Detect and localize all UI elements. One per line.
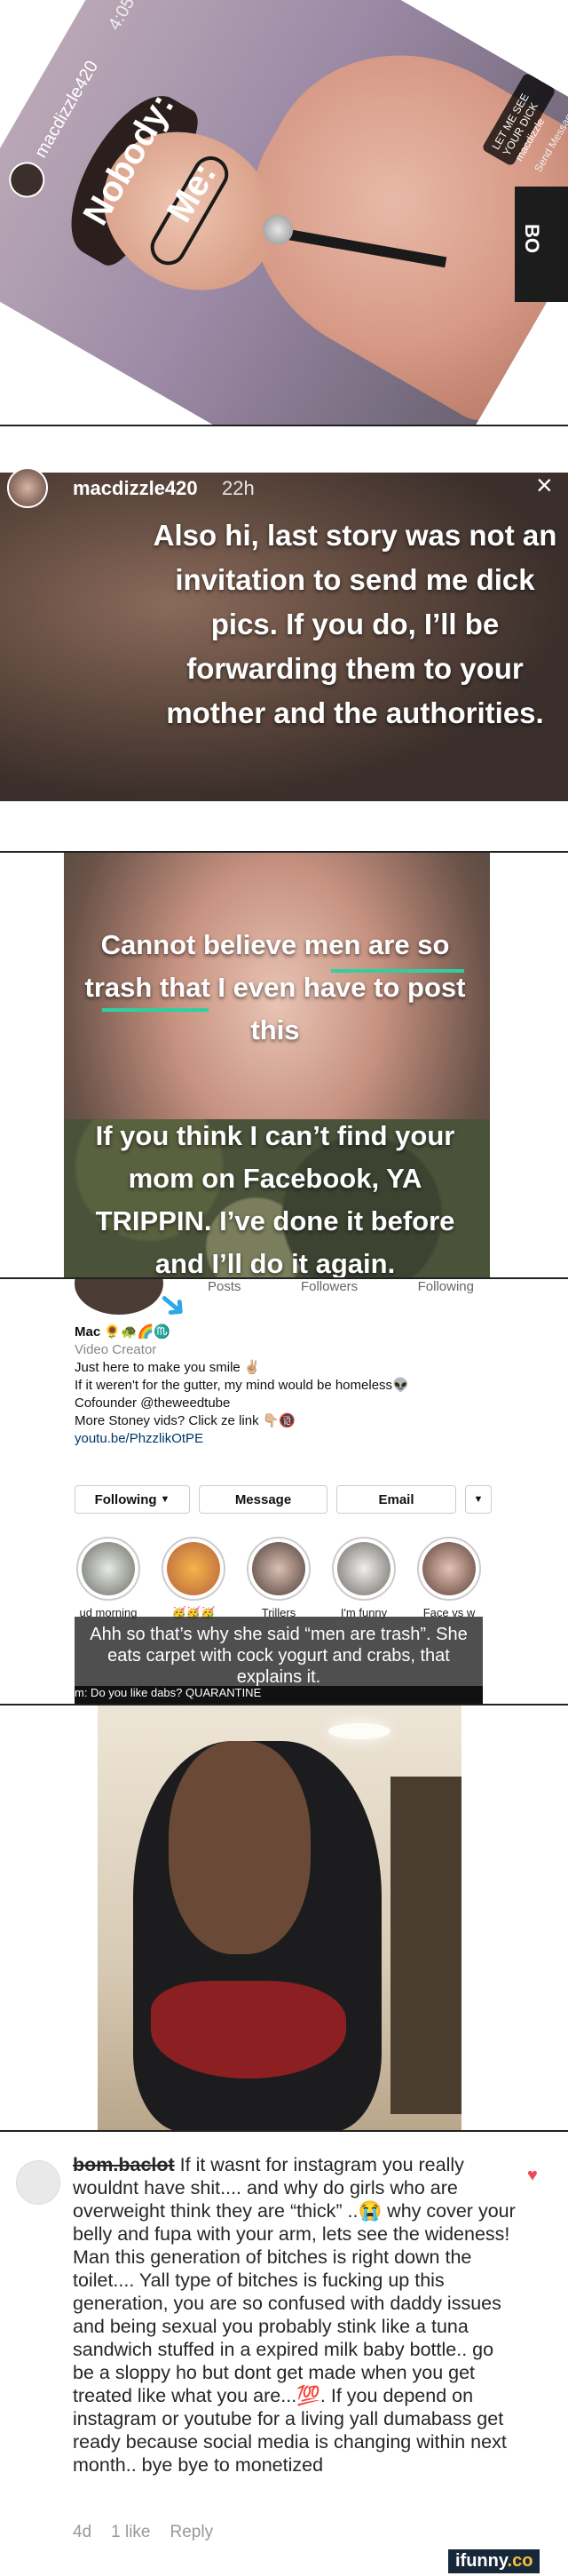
chevron-down-icon[interactable]: ▼ [465,1485,492,1514]
comment-body: bom.baclot If it wasnt for instagram you… [73,2153,517,2477]
bio-line: Just here to make you smile ✌🏼 [75,1360,261,1375]
heart-icon[interactable]: ♥ [527,2166,538,2186]
comment-age: 4d [73,2523,92,2541]
profile-actions: Following ▼ Message Email ▼ [75,1485,492,1514]
display-name: Mac 🌻🐢🌈♏ [75,1324,171,1340]
story-screenshot: macdizzle420 4:05 Nobody: Me: LET ME SEE… [0,0,568,425]
highlight[interactable]: ud morning [75,1537,142,1620]
doorway [390,1777,462,2114]
chevron-down-icon: ▼ [160,1494,170,1505]
story-time: 4:05 [104,0,139,34]
red-shorts [151,1981,346,2079]
avatar[interactable] [2,155,51,204]
email-button[interactable]: Email [336,1485,456,1514]
story-time: 22h [222,477,255,499]
brand-dot: .co [507,2551,533,2571]
story-text-top: Cannot believe men are so trash that I e… [84,929,466,1046]
panel-story-selfie: Cannot believe men are so trash that I e… [0,853,568,1279]
close-icon[interactable]: × [536,469,553,502]
bio-line: Cofounder @theweedtube [75,1395,231,1411]
panel-profile: ➜ Posts Followers Following Mac 🌻🐢🌈♏ Vid… [0,1279,568,1705]
story-text-bottom: If you think I can’t find your mom on Fa… [95,1120,455,1279]
following-label: Following [94,1491,157,1507]
bottom-bar: m: Do you like dabs? QUARANTINE [75,1686,483,1704]
story-text: Also hi, last story was not an invitatio… [153,519,557,729]
message-button[interactable]: Message [199,1485,327,1514]
highlight[interactable]: 🥳🥳🥳 [160,1537,227,1620]
ifunny-watermark: ifunny.co [448,2549,540,2573]
comment-username[interactable]: bom.baclot [73,2154,175,2175]
comment-meta: 4d 1 like Reply [73,2523,213,2542]
brand-text: ifunny [455,2551,508,2571]
highlight[interactable]: I'm funny [330,1537,398,1620]
profile-stats: Posts Followers Following [208,1279,474,1294]
stat-following[interactable]: Following [418,1279,474,1294]
side-text: BO [521,224,543,253]
avatar[interactable] [16,2160,60,2205]
profile-bio: Mac 🌻🐢🌈♏ Video Creator Just here to make… [75,1324,409,1448]
story-highlights: ud morning 🥳🥳🥳 Trillers I'm funny Face v… [75,1537,483,1620]
story-username[interactable]: macdizzle420 [31,58,103,162]
avatar[interactable] [7,467,48,508]
panel-photo [0,1705,568,2132]
bio-line: More Stoney vids? Click ze link 👇🏼🔞 [75,1413,296,1428]
highlight[interactable]: Trillers [245,1537,312,1620]
following-button[interactable]: Following ▼ [75,1485,190,1514]
stat-posts[interactable]: Posts [208,1279,241,1294]
comment-text: If it wasnt for instagram you really wou… [73,2154,516,2476]
reply-button[interactable]: Reply [170,2523,214,2542]
person-hair [169,1741,311,1954]
category: Video Creator [75,1342,157,1357]
highlight[interactable]: Face vs w [415,1537,483,1620]
bio-link[interactable]: youtu.be/PhzzlikOtPE [75,1430,409,1448]
panel-comment: bom.baclot If it wasnt for instagram you… [0,2132,568,2576]
caption-overlay: Ahh so that’s why she said “men are tras… [75,1617,483,1695]
story-username[interactable]: macdizzle420 [73,477,198,500]
panel-story-rotated: macdizzle420 4:05 Nobody: Me: LET ME SEE… [0,0,568,426]
ceiling-lamp [328,1723,390,1739]
stat-followers[interactable]: Followers [301,1279,358,1294]
underline-highlight [102,1008,209,1012]
panel-story-warning: macdizzle420 22h × Also hi, last story w… [0,426,568,853]
underline-highlight [331,969,464,973]
bio-line: If it weren't for the gutter, my mind wo… [75,1378,409,1393]
comment-likes[interactable]: 1 like [111,2523,150,2542]
